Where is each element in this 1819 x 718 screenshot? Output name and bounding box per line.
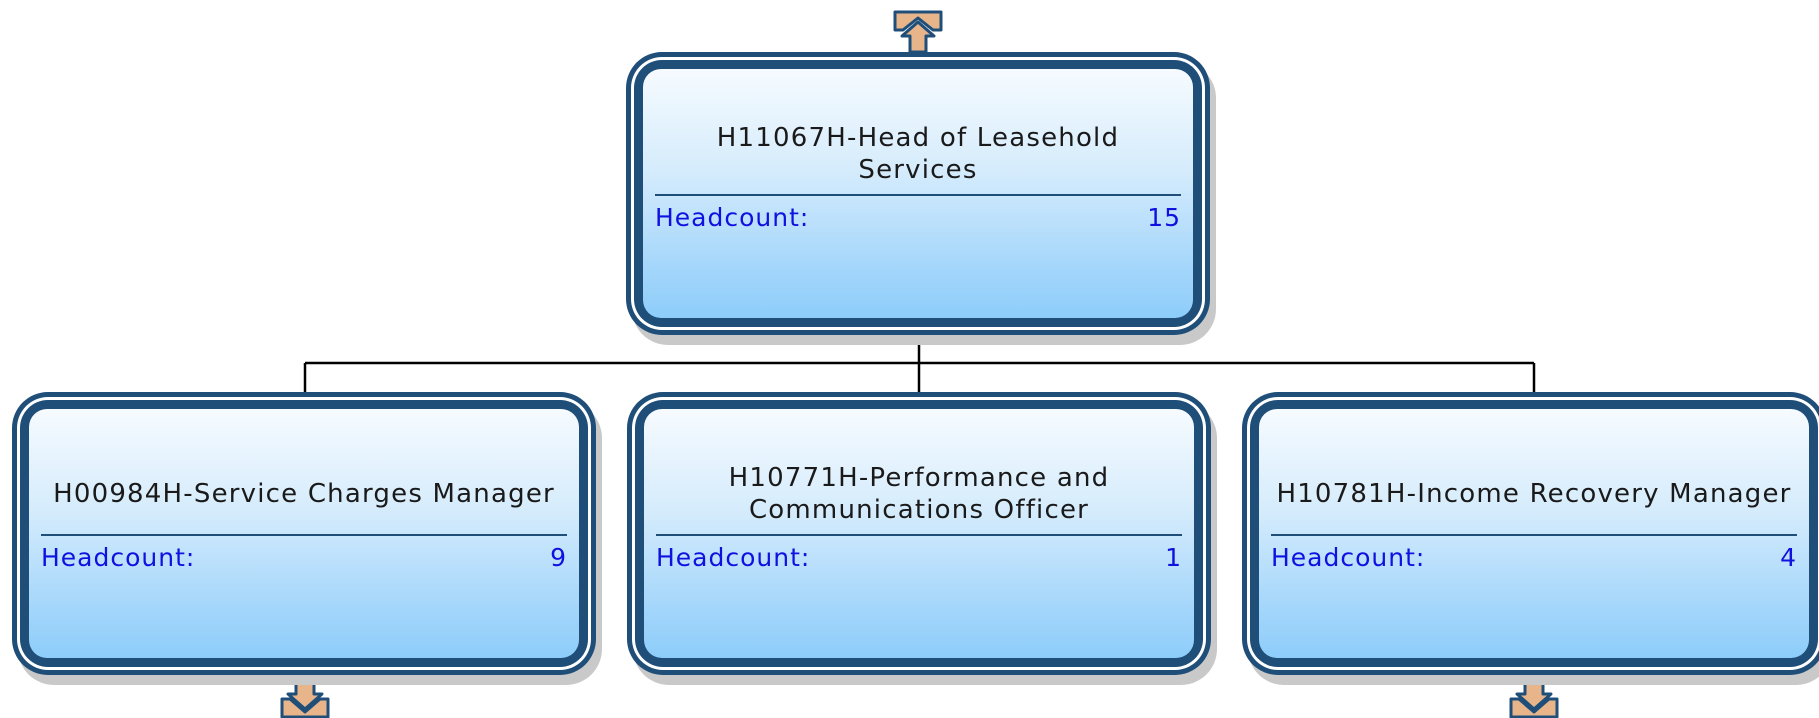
node-title: H00984H-Service Charges Manager <box>53 479 555 509</box>
org-node-root[interactable]: H11067H-Head of Leasehold Services Headc… <box>626 52 1216 345</box>
headcount-label: Headcount: <box>655 203 810 232</box>
node-divider <box>41 534 567 536</box>
node-divider <box>655 194 1181 196</box>
headcount-label: Headcount: <box>1271 543 1426 572</box>
headcount-value: 15 <box>1147 203 1181 232</box>
node-card: H11067H-Head of Leasehold Services Headc… <box>643 69 1193 318</box>
node-divider <box>1271 534 1797 536</box>
headcount-label: Headcount: <box>656 543 811 572</box>
org-node-child[interactable]: H10771H-Performance and Communications O… <box>627 392 1217 685</box>
expand-children-arrow-icon[interactable] <box>280 678 330 718</box>
node-card: H10771H-Performance and Communications O… <box>644 409 1194 658</box>
headcount-value: 9 <box>550 543 567 572</box>
org-node-child[interactable]: H10781H-Income Recovery Manager Headcoun… <box>1242 392 1819 685</box>
node-title: H11067H-Head of Leasehold Services <box>716 123 1120 185</box>
headcount-label: Headcount: <box>41 543 196 572</box>
headcount-value: 4 <box>1780 543 1797 572</box>
node-title: H10771H-Performance and Communications O… <box>728 463 1110 525</box>
headcount-value: 1 <box>1165 543 1182 572</box>
node-divider <box>656 534 1182 536</box>
node-card: H10781H-Income Recovery Manager Headcoun… <box>1259 409 1809 658</box>
node-card: H00984H-Service Charges Manager Headcoun… <box>29 409 579 658</box>
expand-children-arrow-icon[interactable] <box>1509 678 1559 718</box>
org-node-child[interactable]: H00984H-Service Charges Manager Headcoun… <box>12 392 602 685</box>
node-title: H10781H-Income Recovery Manager <box>1276 479 1792 509</box>
expand-parent-arrow-icon[interactable] <box>893 10 943 54</box>
